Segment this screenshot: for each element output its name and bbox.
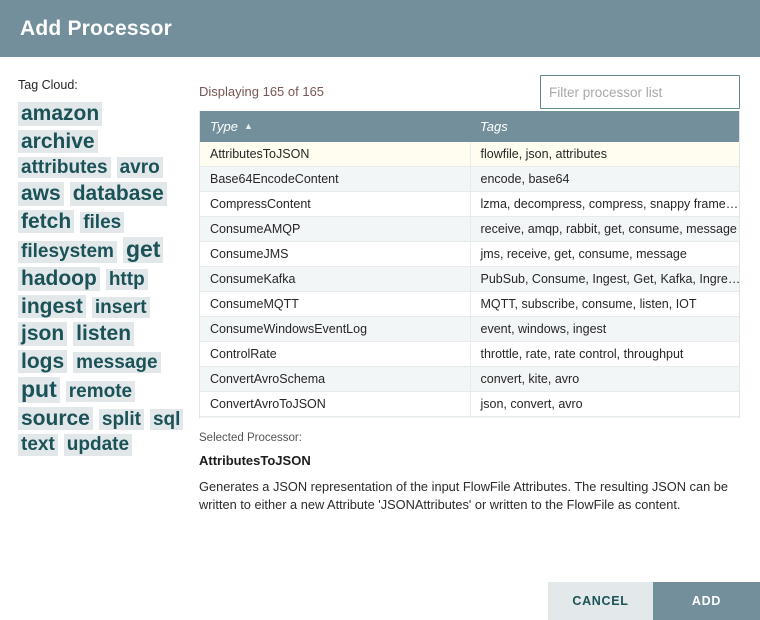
column-header-tags[interactable]: Tags [470,111,739,142]
column-header-tags-label: Tags [480,119,508,134]
cell-tags: throttle, rate, rate control, throughput [470,341,739,367]
cell-type: ConsumeKafka [200,266,471,292]
table-row[interactable]: CompressContent lzma, decompress, compres… [200,191,739,217]
selected-processor-label: Selected Processor: [199,432,302,444]
selected-processor-name: AttributesToJSON [199,453,311,468]
tag-chip[interactable]: http [105,269,148,291]
table-row[interactable]: ControlRate throttle, rate, rate control,… [200,341,739,367]
tag-chip[interactable]: insert [91,296,150,318]
table-row[interactable]: ConvertAvroToJSON json, convert, avro [200,391,739,417]
search-input[interactable] [540,75,740,109]
cell-tags: convert, kite, avro [470,366,739,392]
dialog-title-bar: Add Processor [0,0,760,57]
tag-chip[interactable]: update [63,434,133,456]
tag-chip[interactable]: files [80,211,125,234]
tag-chip[interactable]: ingest [18,294,86,319]
table-row[interactable]: ConsumeJMS jms, receive, get, consume, me… [200,241,739,267]
cell-tags: PubSub, Consume, Ingest, Get, Kafka, Ing… [470,266,739,292]
add-button[interactable]: ADD [653,582,760,620]
cell-tags: json, convert, avro [470,391,739,417]
tag-cloud-panel: Tag Cloud: amazon archive attributes avro aw… [18,78,186,456]
cell-type: ConvertAvroToJSON [200,391,471,417]
cell-tags: MQTT, subscribe, consume, listen, IOT [470,291,739,317]
column-header-type[interactable]: Type ▲ [200,111,470,142]
cell-type: ConvertAvroToORC [200,416,471,418]
tag-chip[interactable]: archive [18,129,98,154]
table-header-row: Type ▲ Tags [200,111,739,142]
processor-table: Type ▲ Tags AttributesToJSON flowfile, jso… [200,111,739,418]
table-row[interactable]: ConsumeWindowsEventLog event, windows, in… [200,316,739,342]
cell-tags: event, windows, ingest [470,316,739,342]
tag-chip[interactable]: aws [18,182,64,206]
cell-type: ConvertAvroSchema [200,366,471,392]
table-row[interactable]: ConvertAvroSchema convert, kite, avro [200,366,739,392]
cell-tags: jms, receive, get, consume, message [470,241,739,267]
cell-tags: flowfile, json, attributes [470,142,739,167]
cell-tags: encode, base64 [470,166,739,192]
cell-tags: receive, amqp, rabbit, get, consume, mes… [470,216,739,242]
tag-chip[interactable]: filesystem [18,241,117,263]
cell-tags: hive, orc, convert, avro [470,416,739,418]
tag-chip[interactable]: listen [73,322,135,346]
table-row[interactable]: AttributesToJSON flowfile, json, attribut… [200,142,739,167]
table-row[interactable]: ConsumeKafka PubSub, Consume, Ingest, Get… [200,266,739,292]
tag-chip[interactable]: amazon [18,102,103,126]
sort-ascending-icon[interactable]: ▲ [244,121,253,131]
tag-chip[interactable]: avro [116,157,163,179]
table-row[interactable]: ConsumeMQTT MQTT, subscribe, consume, lis… [200,291,739,317]
cell-type: ConsumeAMQP [200,216,471,242]
tag-cloud-label: Tag Cloud: [18,78,78,92]
tag-chip[interactable]: logs [18,349,68,374]
page-title: Add Processor [20,16,172,40]
cancel-button[interactable]: CANCEL [548,582,653,620]
cell-type: ConsumeJMS [200,241,471,267]
cell-type: CompressContent [200,191,471,217]
dialog-footer: CANCEL ADD [0,582,760,620]
tag-chip[interactable]: source [18,406,93,431]
cell-tags: lzma, decompress, compress, snappy frame… [470,191,739,217]
tag-chip[interactable]: sql [149,408,184,431]
tag-chip[interactable]: fetch [18,209,75,234]
tag-chip[interactable]: text [18,434,58,456]
tag-chip[interactable]: database [69,182,167,206]
table-row[interactable]: Base64EncodeContent encode, base64 [200,166,739,192]
tag-chip[interactable]: remote [65,381,136,403]
table-row[interactable]: ConvertAvroToORChive, orc, convert, avro [200,416,739,418]
add-processor-dialog: Add Processor Tag Cloud: amazon archive at… [0,0,760,620]
cell-type: AttributesToJSON [200,142,471,167]
displaying-count: Displaying 165 of 165 [199,84,325,99]
cell-type: ConsumeWindowsEventLog [200,316,471,342]
table-row[interactable]: ConsumeAMQP receive, amqp, rabbit, get, c… [200,216,739,242]
tag-cloud: amazon archive attributes avro aws database fe… [18,102,186,456]
tag-chip[interactable]: get [122,237,164,264]
tag-chip[interactable]: attributes [18,157,111,179]
cell-type: ConsumeMQTT [200,291,471,317]
processor-table-container[interactable]: Type ▲ Tags AttributesToJSON flowfile, jso… [199,111,740,418]
processor-list-header: Displaying 165 of 165 [199,75,740,112]
cell-type: ControlRate [200,341,471,367]
selected-processor-info: Selected Processor: AttributesToJSON Gen… [199,432,744,514]
tag-chip[interactable]: split [98,408,144,431]
tag-chip[interactable]: hadoop [18,267,100,291]
column-header-type-label: Type [210,119,238,134]
tag-chip[interactable]: json [18,322,68,346]
selected-processor-description: Generates a JSON representation of the i… [199,479,728,513]
tag-chip[interactable]: message [73,351,161,373]
cell-type: Base64EncodeContent [200,166,471,192]
tag-chip[interactable]: put [18,376,60,403]
